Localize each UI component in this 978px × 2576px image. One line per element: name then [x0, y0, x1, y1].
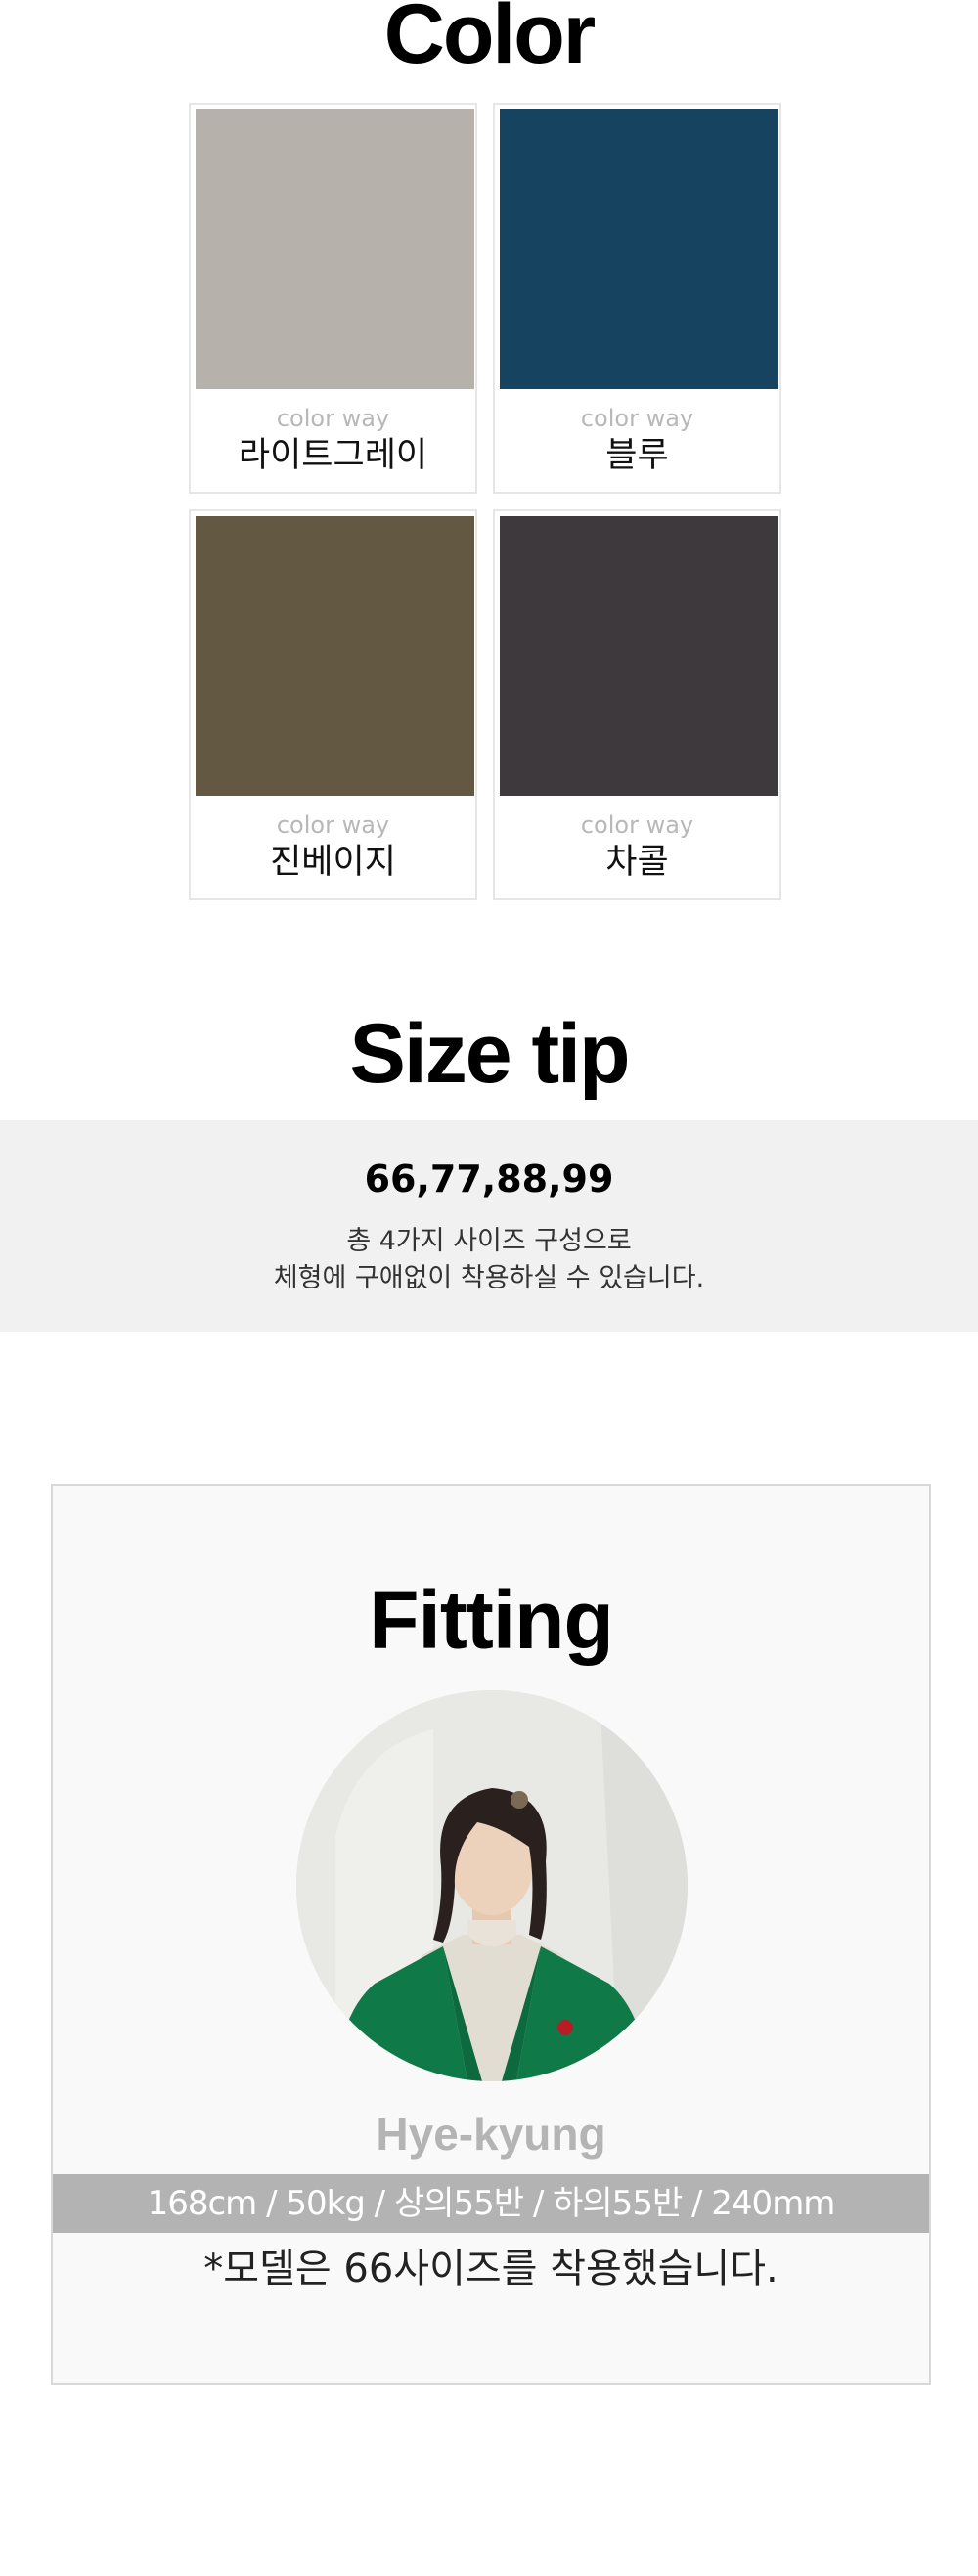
color-swatch-grid: color way 라이트그레이 color way 블루 color way …	[189, 103, 781, 900]
model-photo-illustration	[296, 1690, 688, 2081]
model-size-note: *모델은 66사이즈를 착용했습니다.	[203, 2247, 778, 2292]
swatch-caption: color way	[276, 405, 390, 432]
fitting-title: Fitting	[369, 1574, 614, 1666]
swatch-caption: color way	[580, 811, 694, 839]
model-photo	[296, 1690, 688, 2081]
swatch-name: 차콜	[605, 843, 669, 882]
swatch-caption: color way	[580, 405, 694, 432]
color-swatch-card[interactable]: color way 블루	[493, 103, 781, 494]
size-description-line: 체형에 구애없이 착용하실 수 있습니다.	[273, 1263, 705, 1293]
swatch-caption: color way	[276, 811, 390, 839]
swatch-name: 라이트그레이	[238, 436, 428, 475]
size-tip-title: Size tip	[349, 1007, 630, 1101]
color-swatch-card[interactable]: color way 라이트그레이	[189, 103, 477, 494]
swatch-name: 블루	[605, 436, 669, 475]
color-swatch-card[interactable]: color way 차콜	[493, 509, 781, 900]
model-name: Hye-kyung	[376, 2109, 606, 2160]
size-tip-box: 66,77,88,99 총 4가지 사이즈 구성으로 체형에 구애없이 착용하실…	[0, 1120, 978, 1332]
fitting-panel: Fitting Hye-kyung 168cm / 50kg / 상의55반 /…	[51, 1484, 931, 2385]
color-section-title: Color	[383, 0, 597, 81]
color-swatch	[500, 516, 778, 796]
size-list: 66,77,88,99	[364, 1157, 614, 1201]
color-swatch	[196, 516, 474, 796]
model-stats-bar: 168cm / 50kg / 상의55반 / 하의55반 / 240mm	[53, 2174, 929, 2233]
color-swatch	[500, 109, 778, 389]
size-description: 총 4가지 사이즈 구성으로 체형에 구애없이 착용하실 수 있습니다.	[0, 1223, 978, 1297]
color-swatch	[196, 109, 474, 389]
size-description-line: 총 4가지 사이즈 구성으로	[346, 1226, 632, 1256]
color-swatch-card[interactable]: color way 진베이지	[189, 509, 477, 900]
swatch-name: 진베이지	[270, 843, 396, 882]
